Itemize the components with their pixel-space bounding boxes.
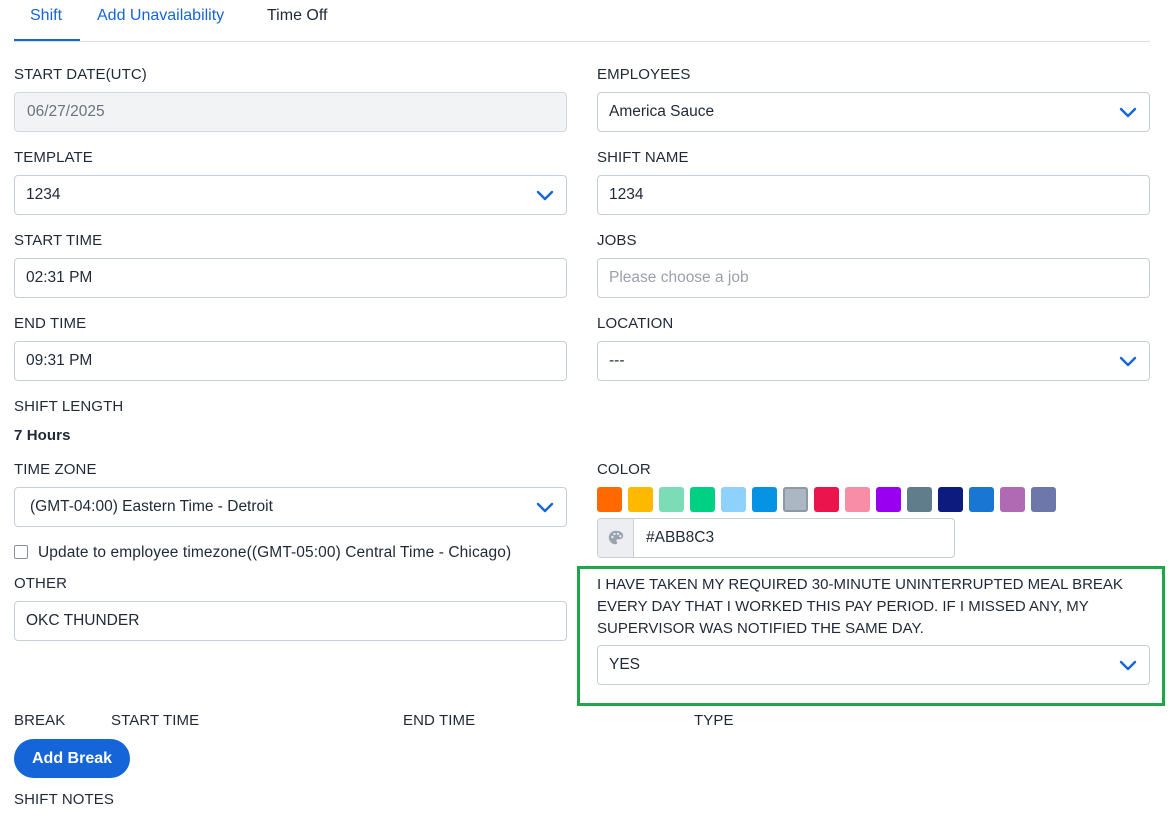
active-tab-indicator (14, 39, 80, 41)
color-hex-input[interactable]: #ABB8C3 (597, 518, 955, 558)
color-swatch[interactable] (597, 487, 622, 512)
location-select[interactable]: --- (597, 341, 1150, 381)
color-swatch[interactable] (752, 487, 777, 512)
chevron-down-icon (1119, 356, 1137, 367)
shift-name-input[interactable]: 1234 (597, 175, 1150, 215)
shift-notes-label: SHIFT NOTES (14, 791, 114, 808)
time-zone-value: (GMT-04:00) Eastern Time - Detroit (30, 498, 273, 515)
color-swatch[interactable] (659, 487, 684, 512)
color-swatch[interactable] (876, 487, 901, 512)
color-swatch[interactable] (721, 487, 746, 512)
template-value: 1234 (26, 186, 61, 203)
palette-icon (608, 530, 624, 545)
color-picker-addon[interactable] (598, 519, 634, 557)
end-time-label: END TIME (14, 315, 87, 332)
tab-bar: Shift Add Unavailability Time Off (14, 0, 1150, 42)
end-time-input[interactable]: 09:31 PM (14, 341, 567, 381)
start-time-label: START TIME (14, 232, 103, 249)
color-swatch[interactable] (783, 487, 808, 512)
employees-label: EMPLOYEES (597, 66, 691, 83)
color-swatch[interactable] (1000, 487, 1025, 512)
color-label: COLOR (597, 461, 651, 478)
start-date-label: START DATE(UTC) (14, 66, 147, 83)
chevron-down-icon (536, 502, 554, 513)
tab-time-off[interactable]: Time Off (267, 7, 327, 25)
other-input[interactable]: OKC THUNDER (14, 601, 567, 641)
color-swatch[interactable] (845, 487, 870, 512)
start-time-input[interactable]: 02:31 PM (14, 258, 567, 298)
jobs-placeholder: Please choose a job (609, 269, 749, 286)
meal-break-select[interactable]: YES (597, 645, 1150, 685)
template-label: TEMPLATE (14, 149, 93, 166)
shift-length-label: SHIFT LENGTH (14, 398, 124, 415)
tab-shift[interactable]: Shift (30, 7, 62, 25)
time-zone-select[interactable]: (GMT-04:00) Eastern Time - Detroit (14, 487, 567, 527)
update-timezone-checkbox[interactable] (14, 545, 28, 559)
chevron-down-icon (1119, 660, 1137, 671)
chevron-down-icon (1119, 107, 1137, 118)
color-hex-value: #ABB8C3 (646, 529, 715, 546)
break-col-start-time: START TIME (111, 712, 200, 729)
color-swatch[interactable] (814, 487, 839, 512)
color-swatch[interactable] (907, 487, 932, 512)
update-timezone-label[interactable]: Update to employee timezone((GMT-05:00) … (38, 544, 511, 562)
break-label: BREAK (14, 712, 66, 729)
color-swatch[interactable] (690, 487, 715, 512)
location-value: --- (609, 352, 625, 369)
break-col-end-time: END TIME (403, 712, 476, 729)
employees-value: America Sauce (609, 103, 715, 120)
meal-break-value: YES (609, 656, 641, 673)
jobs-label: JOBS (597, 232, 637, 249)
shift-name-label: SHIFT NAME (597, 149, 689, 166)
color-swatch[interactable] (1031, 487, 1056, 512)
add-break-button[interactable]: Add Break (14, 739, 130, 778)
chevron-down-icon (536, 190, 554, 201)
employees-select[interactable]: America Sauce (597, 92, 1150, 132)
color-swatch[interactable] (969, 487, 994, 512)
jobs-input[interactable]: Please choose a job (597, 258, 1150, 298)
tab-add-unavailability[interactable]: Add Unavailability (97, 7, 224, 25)
color-swatch[interactable] (938, 487, 963, 512)
break-col-type: TYPE (694, 712, 734, 729)
template-select[interactable]: 1234 (14, 175, 567, 215)
meal-break-question: I HAVE TAKEN MY REQUIRED 30-MINUTE UNINT… (597, 576, 1123, 637)
start-date-input[interactable]: 06/27/2025 (14, 92, 567, 132)
time-zone-label: TIME ZONE (14, 461, 97, 478)
other-label: OTHER (14, 575, 67, 592)
color-swatch[interactable] (628, 487, 653, 512)
shift-length-value: 7 Hours (14, 427, 71, 444)
location-label: LOCATION (597, 315, 674, 332)
